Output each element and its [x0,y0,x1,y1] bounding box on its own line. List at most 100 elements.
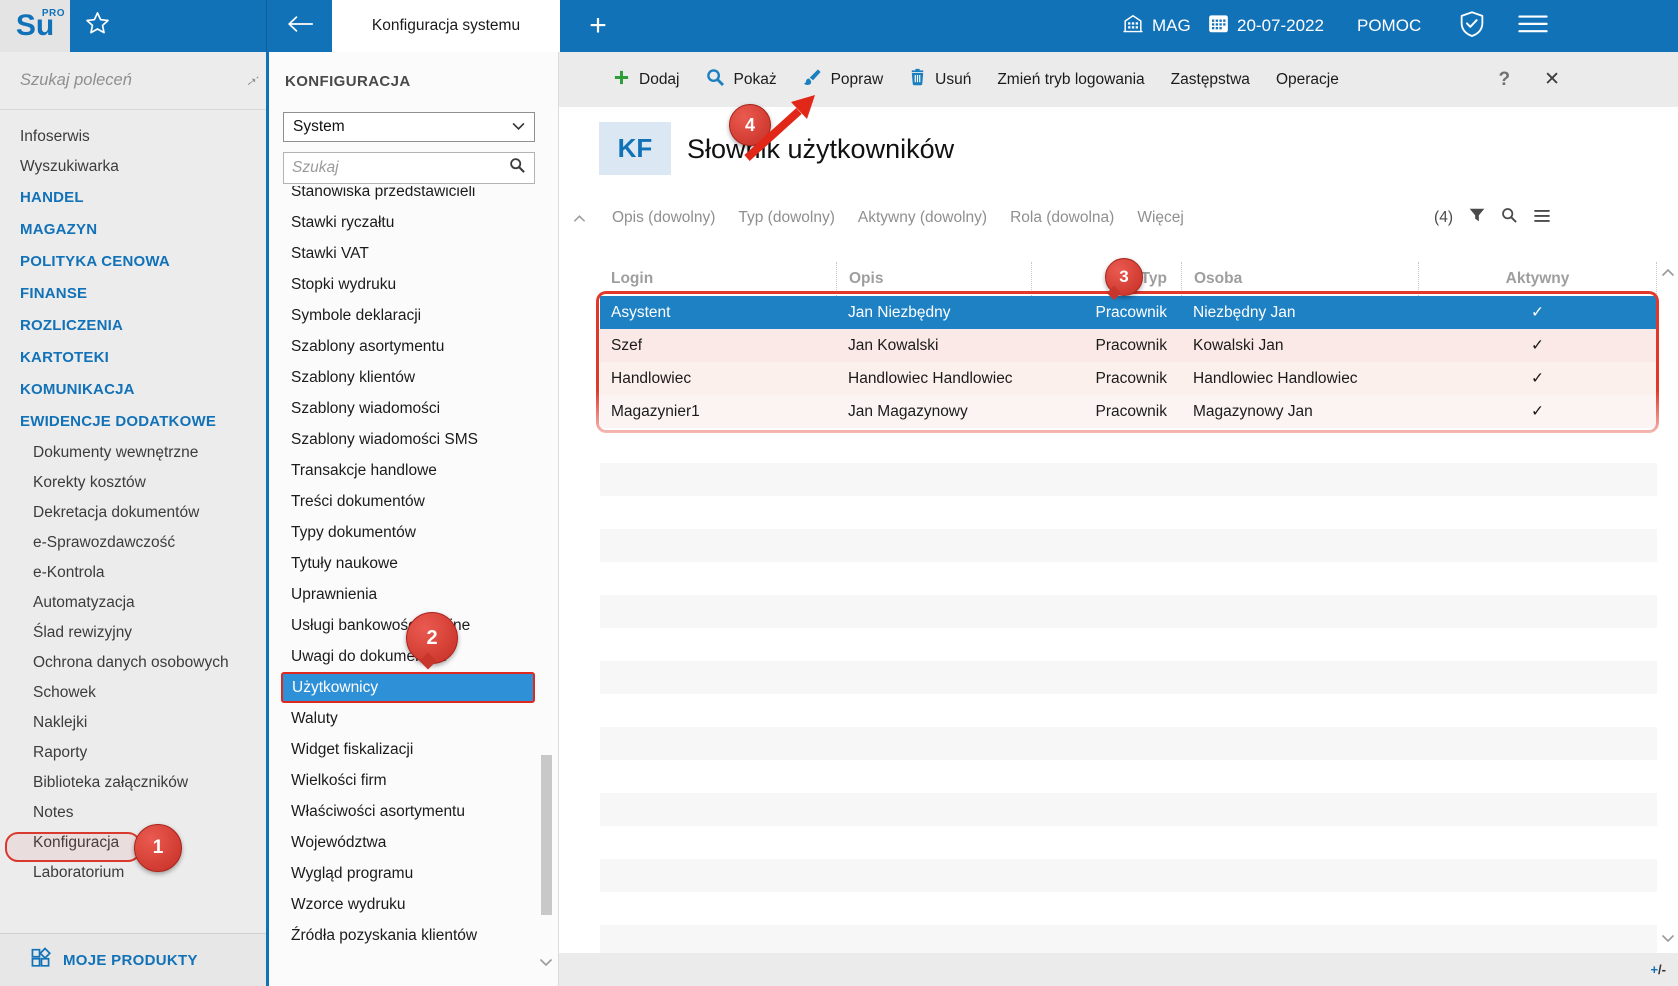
sidebar-item-komunikacja[interactable]: KOMUNIKACJA [0,374,266,406]
toolbar-button-zmień-tryb-logowania[interactable]: Zmień tryb logowania [991,71,1150,89]
table-row-asystent[interactable]: AsystentJan NiezbędnyPracownikNiezbędny … [600,296,1657,329]
help-menu[interactable]: POMOC [1357,0,1421,52]
config-item-stopki-wydruku[interactable]: Stopki wydruku [269,269,558,300]
back-button[interactable] [267,0,332,52]
sidebar-item-finanse[interactable]: FINANSE [0,278,266,310]
table-row-szef[interactable]: SzefJan KowalskiPracownikKowalski Jan✓ [600,329,1657,362]
config-item-szablony-wiadomości[interactable]: Szablony wiadomości [269,393,558,424]
config-item-typy-dokumentów[interactable]: Typy dokumentów [269,517,558,548]
filter-funnel-icon[interactable] [1469,208,1485,228]
sidebar-item-schowek[interactable]: Schowek [0,678,266,708]
sidebar-item-ślad-rewizyjny[interactable]: Ślad rewizyjny [0,618,266,648]
toolbar-button-zastępstwa[interactable]: Zastępstwa [1165,71,1256,89]
table-scroll-down-icon[interactable] [1661,930,1675,948]
sidebar-item-biblioteka-załączników[interactable]: Biblioteka załączników [0,768,266,798]
config-item-stanowiska-przedstawicieli[interactable]: Stanowiska przedstawicieli [269,186,558,207]
config-item-wielkości-firm[interactable]: Wielkości firm [269,765,558,796]
config-item-źródła-pozyskania-klientów[interactable]: Źródła pozyskania klientów [269,920,558,951]
close-icon[interactable]: ✕ [1544,68,1560,91]
category-select[interactable]: System [283,112,535,142]
star-icon[interactable] [84,10,111,42]
table-search-icon[interactable] [1501,207,1518,229]
filter-typ-dowolny-[interactable]: Typ (dowolny) [738,209,834,227]
help-icon[interactable]: ? [1498,69,1510,91]
toolbar-button-pokaż[interactable]: Pokaż [700,68,783,92]
config-search[interactable] [283,152,535,184]
sidebar-item-notes[interactable]: Notes [0,798,266,828]
sidebar-item-e-sprawozdawczość[interactable]: e-Sprawozdawczość [0,528,266,558]
sidebar-item-rozliczenia[interactable]: ROZLICZENIA [0,310,266,342]
sidebar-item-ewidencje-dodatkowe[interactable]: EWIDENCJE DODATKOWE [0,406,266,438]
sidebar-item-konfiguracja[interactable]: Konfiguracja [0,828,266,858]
pin-icon[interactable] [243,70,260,92]
toolbar-button-dodaj[interactable]: Dodaj [607,69,686,91]
sidebar-item-automatyzacja[interactable]: Automatyzacja [0,588,266,618]
config-item-właściwości-asortymentu[interactable]: Właściwości asortymentu [269,796,558,827]
toolbar-button-operacje[interactable]: Operacje [1270,71,1345,89]
column-header-typ[interactable]: Typ [1031,262,1181,296]
favorites-bar[interactable] [70,0,266,52]
config-item-uprawnienia[interactable]: Uprawnienia [269,579,558,610]
config-item-użytkownicy[interactable]: Użytkownicy [281,672,535,703]
sidebar-item-dekretacja-dokumentów[interactable]: Dekretacja dokumentów [0,498,266,528]
sidebar-item-laboratorium[interactable]: Laboratorium [0,858,266,888]
search-icon[interactable] [509,157,526,179]
sidebar-item-ochrona-danych-osobowych[interactable]: Ochrona danych osobowych [0,648,266,678]
sidebar-item-wyszukiwarka[interactable]: Wyszukiwarka [0,152,266,182]
filter-opis-dowolny-[interactable]: Opis (dowolny) [612,209,715,227]
filter-rola-dowolna-[interactable]: Rola (dowolna) [1010,209,1114,227]
config-item-szablony-asortymentu[interactable]: Szablony asortymentu [269,331,558,362]
sidebar-item-polityka-cenowa[interactable]: POLITYKA CENOWA [0,246,266,278]
sidebar-item-korekty-kosztów[interactable]: Korekty kosztów [0,468,266,498]
config-item-szablony-klientów[interactable]: Szablony klientów [269,362,558,393]
table-row-handlowiec[interactable]: HandlowiecHandlowiec HandlowiecPracownik… [600,362,1657,395]
main-menu-button[interactable] [1518,0,1548,52]
config-item-transakcje-handlowe[interactable]: Transakcje handlowe [269,455,558,486]
list-options-icon[interactable] [1534,209,1550,227]
config-item-stawki-vat[interactable]: Stawki VAT [269,238,558,269]
config-scroll-down-icon[interactable] [539,954,553,972]
filter-aktywny-dowolny-[interactable]: Aktywny (dowolny) [858,209,987,227]
sidebar-item-e-kontrola[interactable]: e-Kontrola [0,558,266,588]
config-search-input[interactable] [292,159,509,177]
config-scrollbar-thumb[interactable] [541,755,552,915]
sidebar-item-infoserwis[interactable]: Infoserwis [0,122,266,152]
column-header-osoba[interactable]: Osoba [1181,262,1418,296]
config-item-wzorce-wydruku[interactable]: Wzorce wydruku [269,889,558,920]
config-item-wygląd-programu[interactable]: Wygląd programu [269,858,558,889]
sidebar-item-naklejki[interactable]: Naklejki [0,708,266,738]
zoom-control[interactable]: +/- [1650,962,1666,977]
config-item-uwagi-do-dokumentów[interactable]: Uwagi do dokumentów [269,641,558,672]
sidebar-item-kartoteki[interactable]: KARTOTEKI [0,342,266,374]
sidebar-footer-my-products[interactable]: MOJE PRODUKTY [0,933,266,986]
security-button[interactable] [1458,0,1486,52]
toolbar-button-usuń[interactable]: Usuń [903,68,977,91]
config-item-tytuły-naukowe[interactable]: Tytuły naukowe [269,548,558,579]
date-button[interactable]: 20-07-2022 [1208,0,1324,52]
config-item-stawki-ryczałtu[interactable]: Stawki ryczałtu [269,207,558,238]
sidebar-search[interactable] [0,52,266,110]
config-item-województwa[interactable]: Województwa [269,827,558,858]
config-item-waluty[interactable]: Waluty [269,703,558,734]
config-item-usługi-bankowości-on-line[interactable]: Usługi bankowości on-line [269,610,558,641]
filter-więcej[interactable]: Więcej [1137,209,1184,227]
new-tab-button[interactable]: + [560,0,636,52]
sidebar-item-magazyn[interactable]: MAGAZYN [0,214,266,246]
sidebar-search-input[interactable] [20,71,243,90]
table-row-magazynier1[interactable]: Magazynier1Jan MagazynowyPracownikMagazy… [600,395,1657,428]
column-header-aktywny[interactable]: Aktywny [1418,262,1657,296]
sidebar-item-dokumenty-wewnętrzne[interactable]: Dokumenty wewnętrzne [0,438,266,468]
toolbar-button-popraw[interactable]: Popraw [797,68,890,92]
column-header-opis[interactable]: Opis [836,262,1031,296]
sidebar-item-raporty[interactable]: Raporty [0,738,266,768]
config-item-szablony-wiadomości-sms[interactable]: Szablony wiadomości SMS [269,424,558,455]
column-header-login[interactable]: Login [600,262,836,296]
config-item-widget-fiskalizacji[interactable]: Widget fiskalizacji [269,734,558,765]
company-button[interactable]: MAG [1122,0,1191,52]
table-scroll-up-icon[interactable] [1661,264,1675,282]
config-item-symbole-deklaracji[interactable]: Symbole deklaracji [269,300,558,331]
sidebar-item-handel[interactable]: HANDEL [0,182,266,214]
filter-collapse-icon[interactable] [573,214,586,223]
config-item-treści-dokumentów[interactable]: Treści dokumentów [269,486,558,517]
tab-konfiguracja-systemu[interactable]: Konfiguracja systemu [332,0,560,52]
